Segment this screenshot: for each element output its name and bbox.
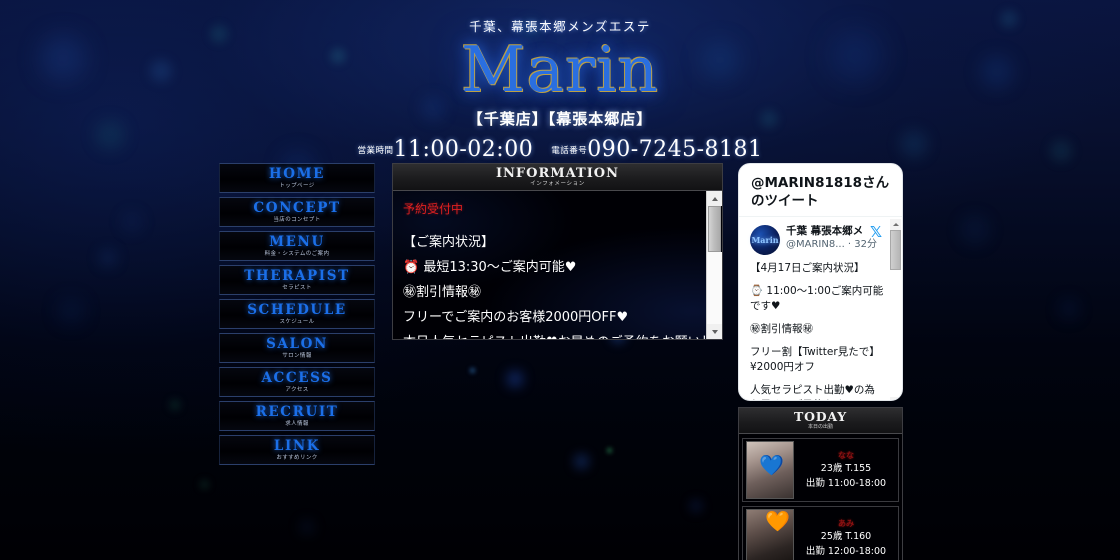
tweet-display-name[interactable]: 千葉 幕張本郷メ... <box>786 225 864 238</box>
sidebar-item-label: ACCESS <box>220 371 374 385</box>
sidebar-item-home[interactable]: HOMEトップページ <box>219 163 375 193</box>
sidebar-item-label: SALON <box>220 337 374 351</box>
information-title: INFORMATION <box>393 166 722 181</box>
therapist-card[interactable]: 💙 なな23歳 T.155出勤 11:00-18:00 <box>742 438 899 502</box>
site-title: Marin <box>0 35 1120 105</box>
twitter-scrollbar-thumb[interactable] <box>890 230 901 270</box>
sidebar-item-sublabel: 料金・システムのご案内 <box>220 250 374 258</box>
therapist-spec: 23歳 T.155 <box>794 461 898 476</box>
tweet-handle-timestamp: @MARIN8... · 32分 <box>786 238 864 251</box>
tweet-header: Marin 千葉 幕張本郷メ... @MARIN8... · 32分 𝕏 <box>750 225 884 255</box>
header-contact: 営業時間11:00-02:00 電話番号090-7245-8181 <box>0 137 1120 162</box>
twitter-scroll-up-button[interactable] <box>890 219 901 230</box>
therapist-photo[interactable]: 💙 <box>746 441 794 499</box>
today-card-list: 💙なな23歳 T.155出勤 11:00-18:00🧡あみ25歳 T.160出勤… <box>739 438 902 560</box>
x-logo-icon[interactable]: 𝕏 <box>870 225 884 240</box>
therapist-name: なな <box>794 450 898 461</box>
therapist-shift: 出勤 11:00-18:00 <box>794 476 898 491</box>
therapist-info: あみ25歳 T.160出勤 12:00-18:00 <box>794 518 898 559</box>
therapist-info: なな23歳 T.155出勤 11:00-18:00 <box>794 450 898 491</box>
today-header: TODAY 本日の出勤 <box>739 408 902 434</box>
tweet-line: 人気セラピスト出勤♥の為お早めのご予約をオススメします🙏 <box>750 383 884 401</box>
tweet-line: ⌚ 11:00～1:00ご案内可能です♥ <box>750 284 884 314</box>
information-subtitle: インフォメーション <box>393 181 722 188</box>
twitter-scrollbar[interactable] <box>890 219 901 401</box>
page-root: 千葉、幕張本郷メンズエステ Marin 【千葉店】【幕張本郷店】 営業時間11:… <box>0 0 1120 560</box>
sidebar-item-label: LINK <box>220 439 374 453</box>
therapist-photo[interactable]: 🧡 <box>746 509 794 560</box>
content-area: HOMEトップページ CONCEPT当店のコンセプト MENU料金・システムのご案内… <box>0 160 1120 560</box>
sidebar-item-sublabel: 当店のコンセプト <box>220 216 374 224</box>
information-line: 【ご案内状況】 <box>403 230 704 255</box>
sidebar-item-link[interactable]: LINKおすすめリンク <box>219 435 375 465</box>
sidebar-item-sublabel: アクセス <box>220 386 374 394</box>
site-header: 千葉、幕張本郷メンズエステ Marin 【千葉店】【幕張本郷店】 営業時間11:… <box>0 0 1120 150</box>
therapist-card[interactable]: 🧡あみ25歳 T.160出勤 12:00-18:00 <box>742 506 899 560</box>
today-panel: TODAY 本日の出勤 💙なな23歳 T.155出勤 11:00-18:00🧡あ… <box>738 407 903 560</box>
tweet-author: 千葉 幕張本郷メ... @MARIN8... · 32分 <box>786 225 864 251</box>
phone-label: 電話番号 <box>551 146 587 156</box>
twitter-timeline: Marin 千葉 幕張本郷メ... @MARIN8... · 32分 𝕏 【4月… <box>739 216 902 401</box>
phone-value[interactable]: 090-7245-8181 <box>587 137 762 162</box>
avatar[interactable]: Marin <box>750 225 780 255</box>
sidebar-item-menu[interactable]: MENU料金・システムのご案内 <box>219 231 375 261</box>
hours-label: 営業時間 <box>357 146 393 156</box>
today-title: TODAY <box>739 410 902 424</box>
information-line: 本日人気セラピスト出勤♥お早めのご予約をお願いします♥ <box>403 330 704 340</box>
reservation-notice: 予約受付中 <box>403 201 704 217</box>
heart-emoji-icon: 🧡 <box>765 512 790 532</box>
right-column: @MARIN81818さんのツイート Marin 千葉 幕張本郷メ... @MA… <box>738 163 903 560</box>
sidebar-item-sublabel: サロン情報 <box>220 352 374 360</box>
twitter-widget: @MARIN81818さんのツイート Marin 千葉 幕張本郷メ... @MA… <box>738 163 903 401</box>
information-scrollbar[interactable] <box>706 191 721 339</box>
sidebar-item-concept[interactable]: CONCEPT当店のコンセプト <box>219 197 375 227</box>
therapist-shift: 出勤 12:00-18:00 <box>794 544 898 559</box>
sidebar-item-sublabel: 求人情報 <box>220 420 374 428</box>
therapist-spec: 25歳 T.160 <box>794 529 898 544</box>
twitter-scroll-down-button[interactable] <box>890 397 901 401</box>
sidebar-item-sublabel: トップページ <box>220 182 374 190</box>
tweet-line: 【4月17日ご案内状況】 <box>750 261 884 276</box>
sidebar-item-label: HOME <box>220 167 374 181</box>
heart-emoji-icon: 💙 <box>759 456 784 476</box>
sidebar-item-label: SCHEDULE <box>220 303 374 317</box>
scrollbar-track[interactable] <box>707 252 722 324</box>
sidebar-item-sublabel: セラピスト <box>220 284 374 292</box>
information-line: フリーでご案内のお客様2000円OFF♥ <box>403 305 704 330</box>
sidebar-item-access[interactable]: ACCESSアクセス <box>219 367 375 397</box>
chevron-up-icon <box>712 197 718 201</box>
information-line: ⏰ 最短13:30～ご案内可能♥ <box>403 255 704 280</box>
sidebar-item-label: THERAPIST <box>220 269 374 283</box>
hours-value: 11:00-02:00 <box>393 137 533 162</box>
information-line: ㊙割引情報㊙ <box>403 280 704 305</box>
scroll-down-button[interactable] <box>707 324 722 339</box>
sidebar-item-salon[interactable]: SALONサロン情報 <box>219 333 375 363</box>
sidebar-item-sublabel: スケジュール <box>220 318 374 326</box>
information-body: 予約受付中 【ご案内状況】⏰ 最短13:30～ご案内可能♥㊙割引情報㊙フリーでご… <box>393 191 722 339</box>
tweet-line: ㊙割引情報㊙ <box>750 322 884 337</box>
chevron-up-icon <box>893 223 899 226</box>
chevron-down-icon <box>712 330 718 334</box>
scroll-up-button[interactable] <box>707 191 722 206</box>
sidebar-item-schedule[interactable]: SCHEDULEスケジュール <box>219 299 375 329</box>
twitter-widget-title: @MARIN81818さんのツイート <box>739 164 902 216</box>
information-header: INFORMATION インフォメーション <box>393 164 722 191</box>
sidebar-item-label: CONCEPT <box>220 201 374 215</box>
tweet-line: フリー割【Twitter見たで】 ¥2000円オフ <box>750 345 884 375</box>
scrollbar-thumb[interactable] <box>708 206 721 252</box>
information-lines: 【ご案内状況】⏰ 最短13:30～ご案内可能♥㊙割引情報㊙フリーでご案内のお客様… <box>403 230 704 340</box>
branch-list: 【千葉店】【幕張本郷店】 <box>0 108 1120 129</box>
sidebar-item-sublabel: おすすめリンク <box>220 454 374 462</box>
today-subtitle: 本日の出勤 <box>739 424 902 431</box>
sidebar-item-label: RECRUIT <box>220 405 374 419</box>
sidebar-item-recruit[interactable]: RECRUIT求人情報 <box>219 401 375 431</box>
information-panel: INFORMATION インフォメーション 予約受付中 【ご案内状況】⏰ 最短1… <box>392 163 723 340</box>
sidebar-item-therapist[interactable]: THERAPISTセラピスト <box>219 265 375 295</box>
tweet-body: 【4月17日ご案内状況】 ⌚ 11:00～1:00ご案内可能です♥ ㊙割引情報㊙フリ… <box>750 261 884 401</box>
sidebar-item-label: MENU <box>220 235 374 249</box>
therapist-name: あみ <box>794 518 898 529</box>
sidebar-nav: HOMEトップページ CONCEPT当店のコンセプト MENU料金・システムのご案内… <box>219 163 375 469</box>
